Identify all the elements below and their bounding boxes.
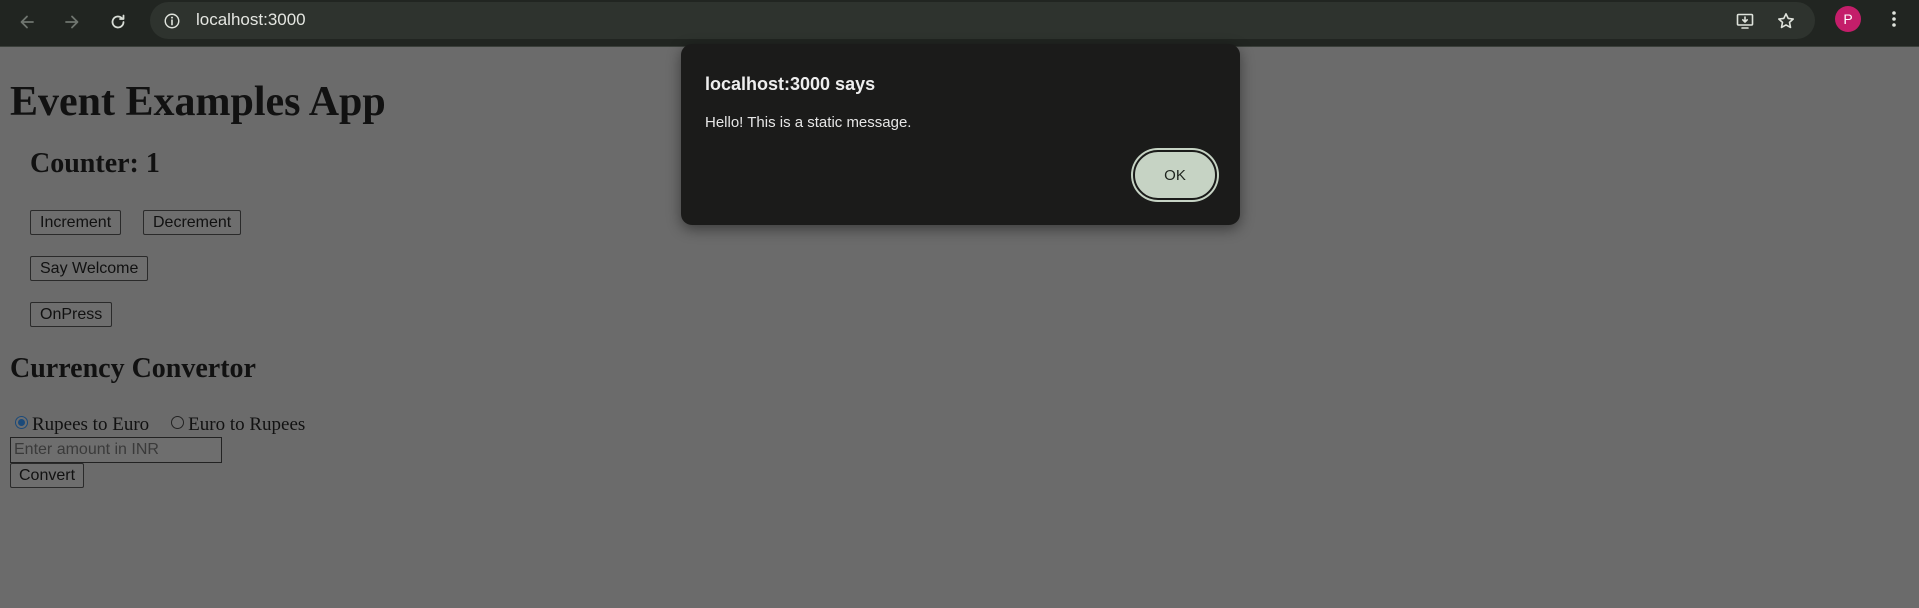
browser-toolbar: localhost:3000 P bbox=[0, 0, 1919, 47]
forward-icon[interactable] bbox=[56, 6, 88, 38]
counter-label: Counter: 1 bbox=[30, 148, 160, 179]
conversion-direction: Rupees to Euro Euro to Rupees bbox=[15, 414, 327, 436]
kebab-menu-icon[interactable] bbox=[1882, 6, 1906, 32]
amount-input[interactable] bbox=[10, 437, 222, 463]
decrement-button[interactable]: Decrement bbox=[143, 210, 242, 235]
back-icon[interactable] bbox=[11, 6, 43, 38]
bookmark-star-icon[interactable] bbox=[1774, 9, 1798, 33]
reload-icon[interactable] bbox=[102, 6, 134, 38]
url-text[interactable]: localhost:3000 bbox=[196, 10, 306, 30]
ok-button[interactable]: OK bbox=[1133, 150, 1217, 200]
currency-convertor-title: Currency Convertor bbox=[10, 353, 256, 384]
install-app-icon[interactable] bbox=[1733, 9, 1757, 33]
alert-dialog: localhost:3000 says Hello! This is a sta… bbox=[681, 44, 1240, 225]
address-bar[interactable]: localhost:3000 bbox=[150, 2, 1815, 39]
profile-avatar[interactable]: P bbox=[1835, 6, 1861, 32]
radio-label: Euro to Rupees bbox=[188, 414, 306, 435]
radio-label: Rupees to Euro bbox=[32, 414, 150, 435]
onpress-button[interactable]: OnPress bbox=[30, 302, 113, 327]
radio-euro-to-rupees[interactable] bbox=[171, 416, 185, 429]
site-info-icon[interactable] bbox=[160, 9, 184, 33]
increment-button[interactable]: Increment bbox=[30, 210, 122, 235]
alert-title: localhost:3000 says bbox=[705, 74, 876, 94]
convert-button[interactable]: Convert bbox=[10, 463, 85, 488]
app-title: Event Examples App bbox=[10, 79, 386, 125]
say-welcome-button[interactable]: Say Welcome bbox=[30, 256, 149, 281]
radio-rupees-to-euro[interactable] bbox=[15, 416, 28, 429]
alert-message: Hello! This is a static message. bbox=[705, 114, 912, 131]
